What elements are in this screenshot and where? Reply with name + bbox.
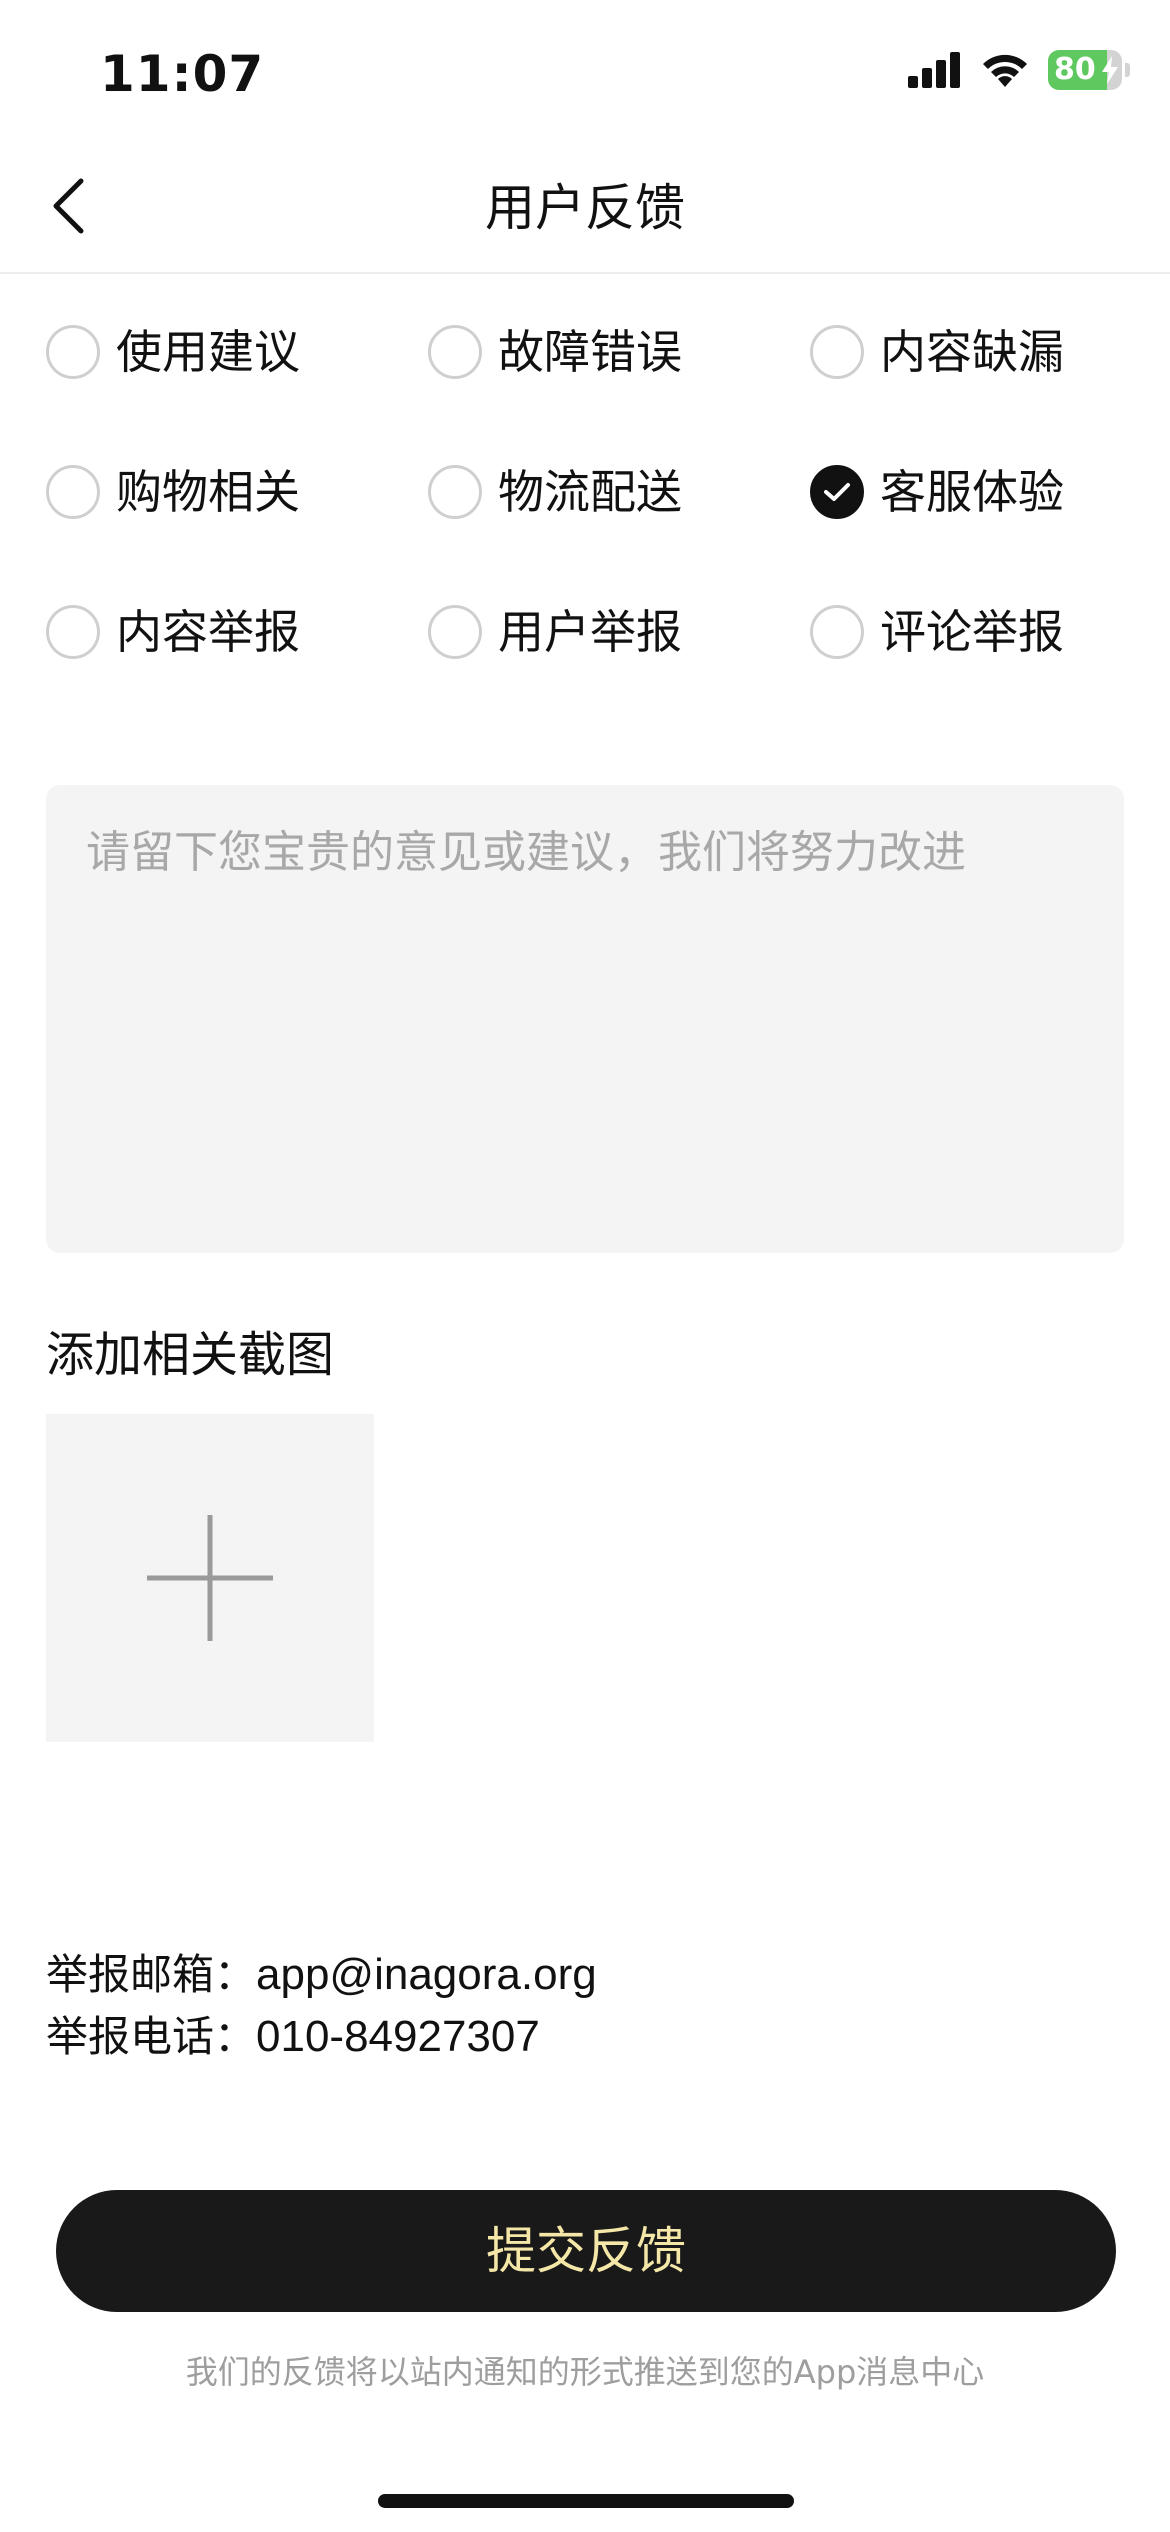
battery-tip [1125,63,1130,77]
category-label: 使用建议 [116,325,300,379]
plus-icon [147,1515,273,1641]
signal-bars-icon [908,52,960,88]
submit-feedback-label: 提交反馈 [486,2223,686,2279]
report-email-label: 举报邮箱： [46,1950,257,1999]
radio-unchecked-icon [428,325,482,379]
checkmark-icon [824,483,850,501]
nav-bar: 用户反馈 [0,140,1170,274]
category-radio-group: 使用建议 故障错误 内容缺漏 购物相关 物流配送 客服体验 内容举报 用户举报 … [46,300,1146,720]
category-option[interactable]: 评论举报 [810,580,1146,684]
battery-percent: 80 [1054,52,1096,87]
category-label: 内容缺漏 [880,325,1064,379]
submit-feedback-button[interactable]: 提交反馈 [56,2190,1116,2312]
home-indicator [378,2494,794,2508]
report-phone-label: 举报电话： [46,2012,257,2061]
add-screenshot-button[interactable] [46,1414,374,1742]
status-icons: 80 [908,50,1130,90]
report-phone-value: 010-84927307 [256,2012,540,2061]
radio-unchecked-icon [46,605,100,659]
report-contact-info: 举报邮箱： app@inagora.org 举报电话： 010-84927307 [46,1944,597,2068]
radio-unchecked-icon [428,605,482,659]
feedback-textarea[interactable] [46,785,1124,1253]
radio-unchecked-icon [46,325,100,379]
category-label: 客服体验 [880,465,1064,519]
category-label: 用户举报 [498,605,682,659]
category-option[interactable]: 故障错误 [428,300,810,404]
radio-unchecked-icon [428,465,482,519]
status-time: 11:07 [100,45,265,103]
report-email-row: 举报邮箱： app@inagora.org [46,1944,597,2006]
category-option-selected[interactable]: 客服体验 [810,440,1146,544]
page-title: 用户反馈 [485,179,685,237]
charging-bolt-icon [1102,56,1118,84]
report-phone-row: 举报电话： 010-84927307 [46,2006,597,2068]
feedback-box [46,785,1124,1253]
report-email-value: app@inagora.org [256,1950,597,1999]
category-label: 内容举报 [116,605,300,659]
category-label: 评论举报 [880,605,1064,659]
battery-icon: 80 [1048,50,1122,90]
radio-unchecked-icon [810,325,864,379]
category-option[interactable]: 内容缺漏 [810,300,1146,404]
category-option[interactable]: 内容举报 [46,580,428,684]
category-label: 故障错误 [498,325,682,379]
category-option[interactable]: 使用建议 [46,300,428,404]
category-option[interactable]: 用户举报 [428,580,810,684]
footer-note: 我们的反馈将以站内通知的形式推送到您的App消息中心 [185,2353,985,2391]
category-label: 购物相关 [116,465,300,519]
category-option[interactable]: 购物相关 [46,440,428,544]
screenshot-section-label: 添加相关截图 [46,1327,335,1383]
status-bar: 11:07 80 [0,0,1170,140]
category-option[interactable]: 物流配送 [428,440,810,544]
radio-checked-icon [810,465,864,519]
category-label: 物流配送 [498,465,682,519]
radio-unchecked-icon [46,465,100,519]
radio-unchecked-icon [810,605,864,659]
wifi-icon [983,54,1027,87]
